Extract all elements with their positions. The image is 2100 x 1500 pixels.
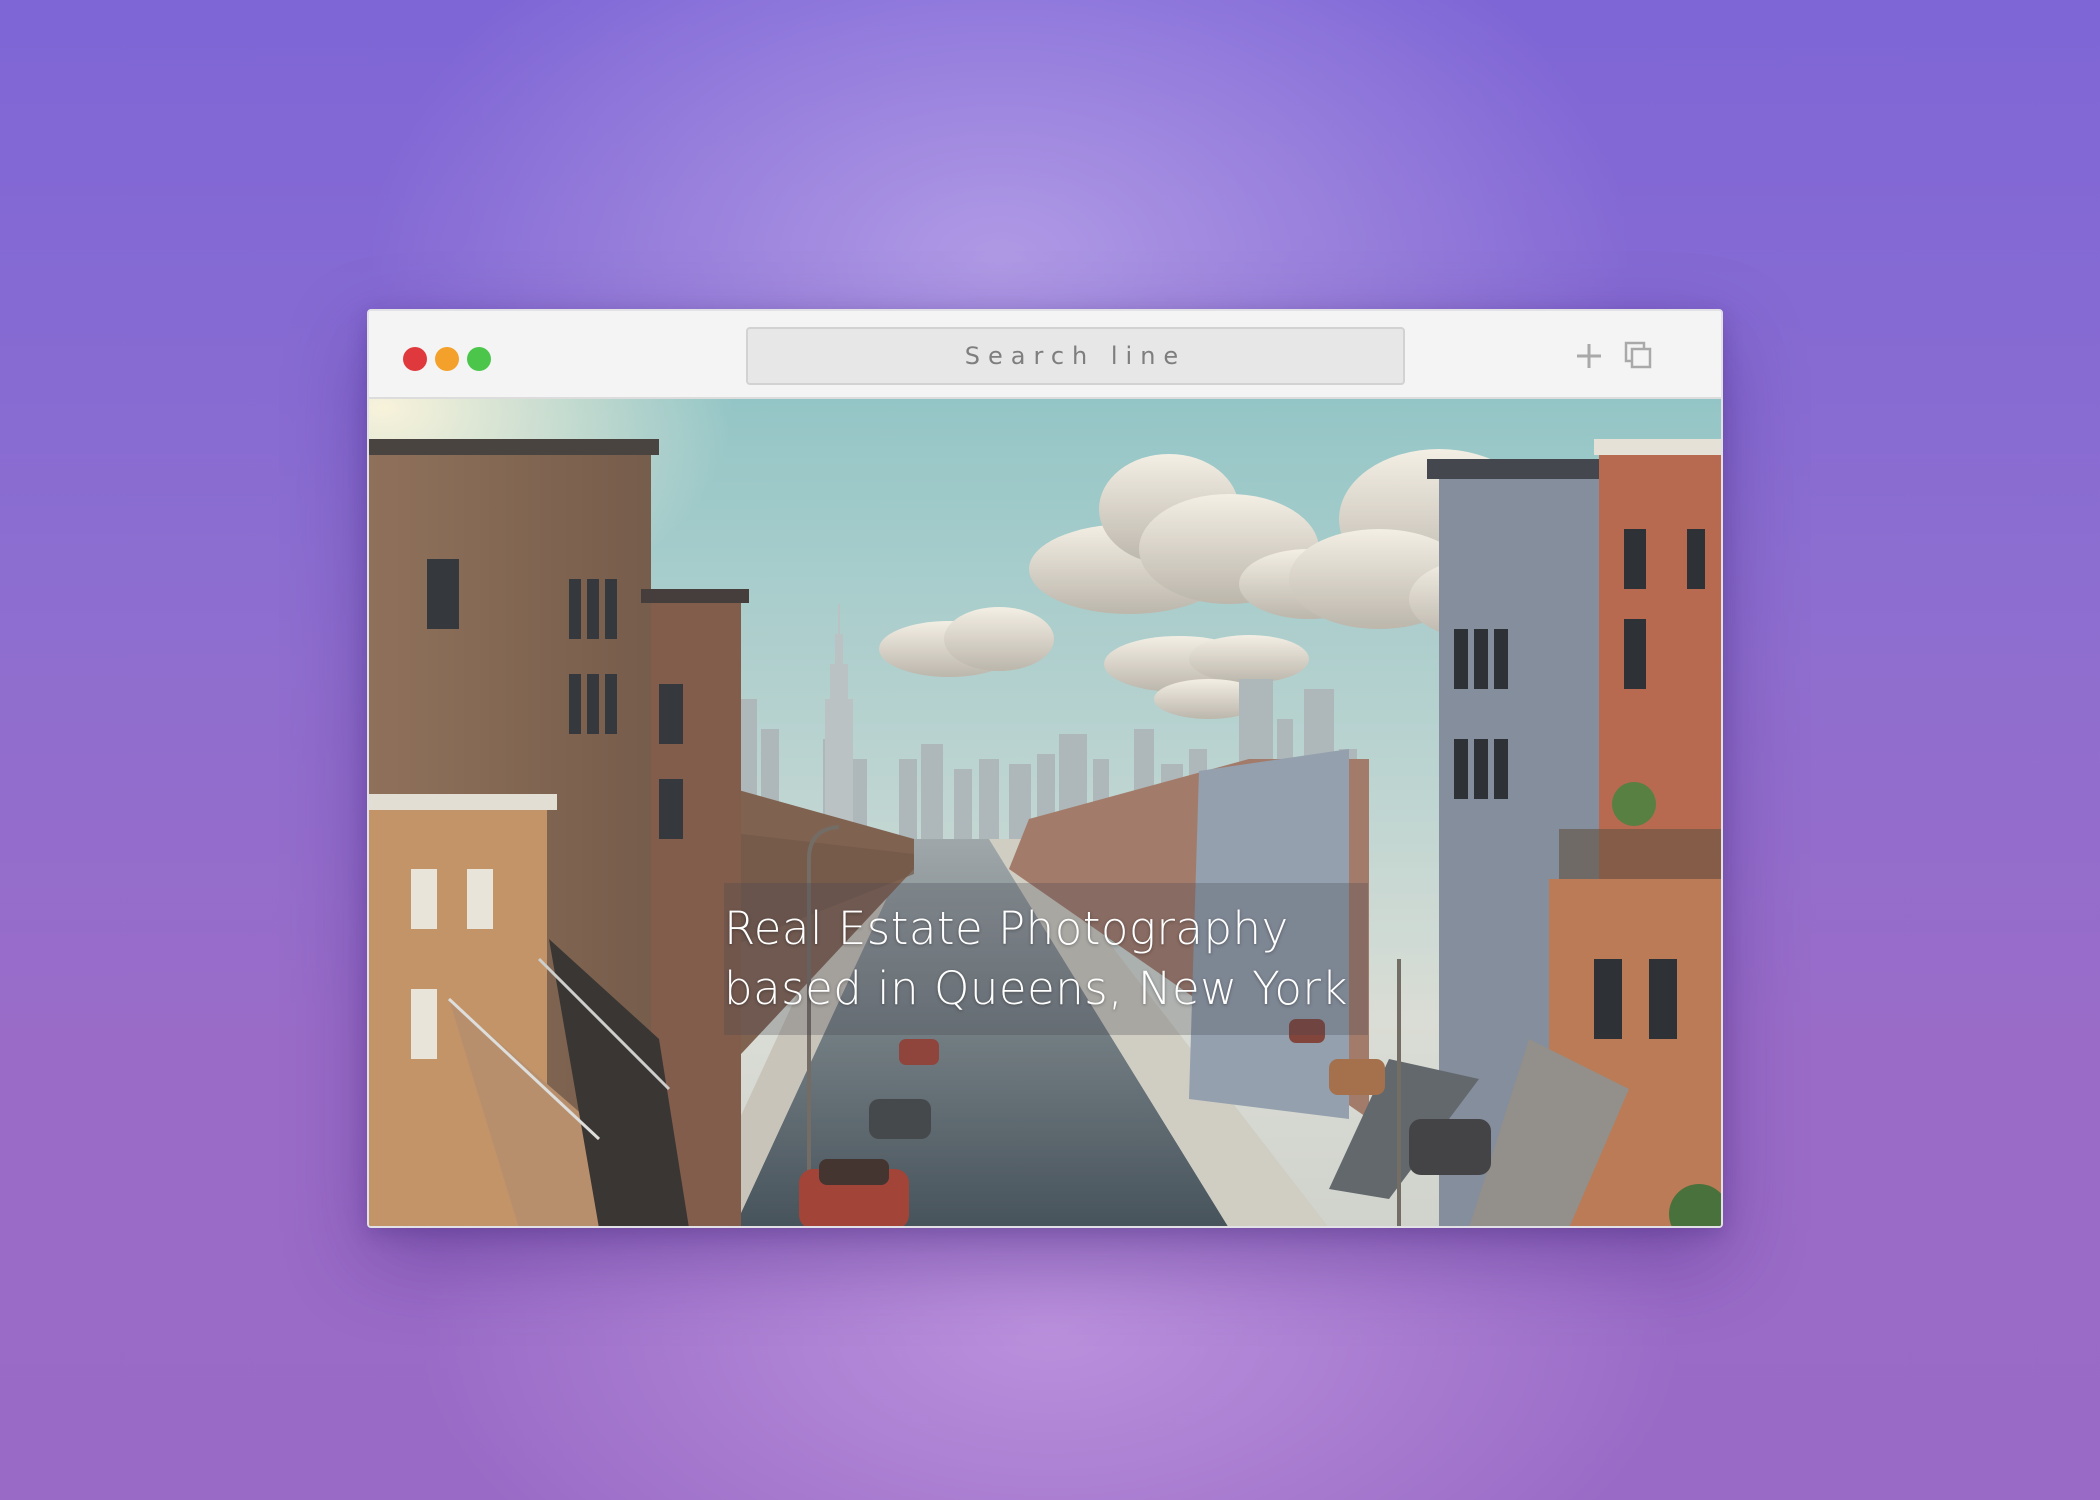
search-input[interactable]: Search line <box>746 327 1405 385</box>
hero-image <box>369 399 1721 1226</box>
headline-line-2: based in Queens, New York <box>724 962 1348 1015</box>
browser-toolbar: Search line <box>369 311 1721 399</box>
tabs-icon[interactable] <box>1622 339 1656 373</box>
minimize-window-button[interactable] <box>435 347 459 371</box>
maximize-window-button[interactable] <box>467 347 491 371</box>
hero-headline: Real Estate Photography based in Queens,… <box>724 899 1348 1019</box>
browser-window: Search line Real Estate Photography base… <box>367 309 1723 1228</box>
plus-icon[interactable] <box>1572 339 1606 373</box>
headline-line-1: Real Estate Photography <box>724 902 1289 955</box>
close-window-button[interactable] <box>403 347 427 371</box>
page-viewport: Real Estate Photography based in Queens,… <box>369 399 1721 1226</box>
